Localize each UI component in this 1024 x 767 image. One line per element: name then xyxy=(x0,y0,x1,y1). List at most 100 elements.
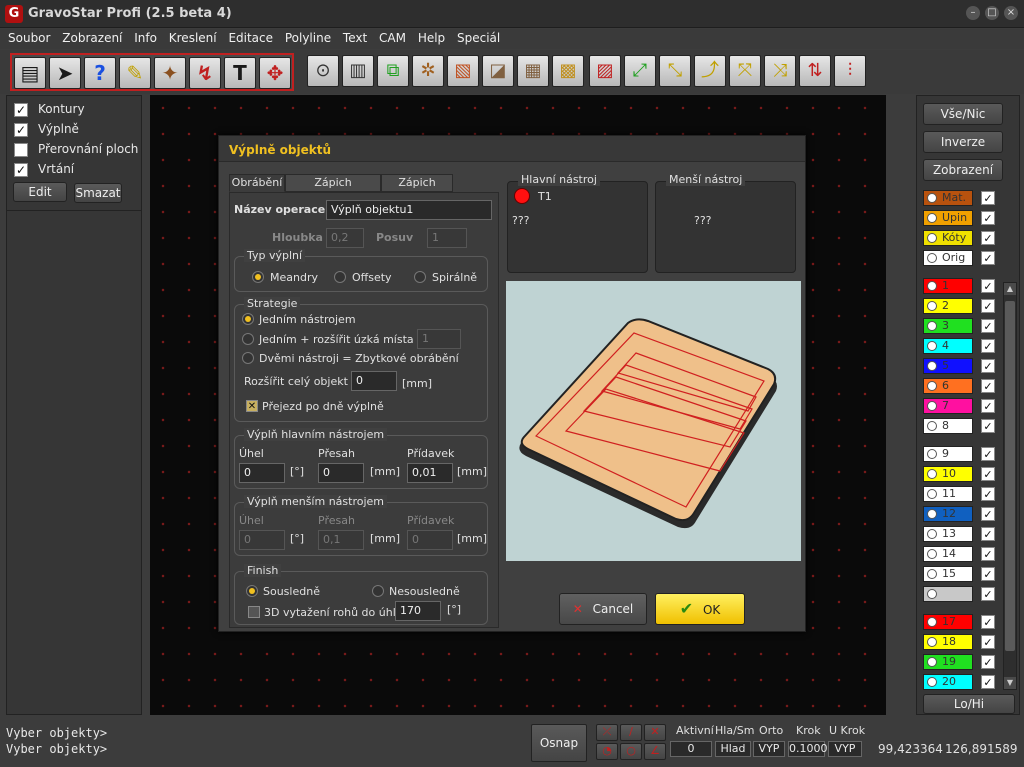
color-layer-checkbox[interactable]: ✓ xyxy=(981,399,995,413)
krok-value[interactable]: 0.1000 xyxy=(788,741,828,757)
ok-button[interactable]: ✔ OK xyxy=(655,593,745,625)
menu-editace[interactable]: Editace xyxy=(228,29,273,45)
color-layer-checkbox[interactable]: ✓ xyxy=(981,379,995,393)
path2-icon[interactable]: ⤡ xyxy=(659,55,691,87)
snap-tangent-icon[interactable]: ◔ xyxy=(596,743,618,760)
layer-radio-icon[interactable] xyxy=(927,589,937,599)
hlasm-value[interactable]: Hlad xyxy=(715,741,751,757)
orto-value[interactable]: VYP xyxy=(753,741,785,757)
cross-bottom-checkbox[interactable]: ✕ xyxy=(246,400,258,412)
color-list-scrollbar[interactable]: ▲ ▼ xyxy=(1003,282,1017,690)
small-angle-input[interactable]: 0 xyxy=(239,530,285,550)
scrollbar-thumb[interactable] xyxy=(1005,301,1015,651)
vrtani-checkbox[interactable]: ✓ xyxy=(14,163,28,177)
chart-icon[interactable]: ⧉ xyxy=(377,55,409,87)
stairs-icon[interactable]: ⫶ xyxy=(834,55,866,87)
text-icon[interactable]: T xyxy=(224,57,256,89)
color-layer-3[interactable]: 3 xyxy=(923,318,973,334)
color-layer-checkbox[interactable]: ✓ xyxy=(981,655,995,669)
color-layer-checkbox[interactable]: ✓ xyxy=(981,675,995,689)
spray-icon[interactable]: ✲ xyxy=(412,55,444,87)
layer-radio-icon[interactable] xyxy=(927,489,937,499)
layer-radio-icon[interactable] xyxy=(927,213,937,223)
meander-radio[interactable] xyxy=(252,271,264,283)
color-layer-20[interactable]: 20 xyxy=(923,674,973,690)
hatch-icon[interactable]: ▨ xyxy=(589,55,621,87)
vyplne-checkbox[interactable]: ✓ xyxy=(14,123,28,137)
color-layer-19[interactable]: 19 xyxy=(923,654,973,670)
layer-radio-icon[interactable] xyxy=(927,637,937,647)
color-layer-checkbox[interactable]: ✓ xyxy=(981,359,995,373)
main-tool-box[interactable]: Hlavní nástroj T1 ??? xyxy=(507,173,648,273)
tool-icon[interactable]: ⊙ xyxy=(307,55,339,87)
color-layer-5[interactable]: 5 xyxy=(923,358,973,374)
spiral-radio[interactable] xyxy=(414,271,426,283)
layer-radio-icon[interactable] xyxy=(927,529,937,539)
color-layer-11[interactable]: 11 xyxy=(923,486,973,502)
cancel-button[interactable]: ✕ Cancel xyxy=(559,593,647,625)
narrow-expand-input[interactable]: 1 xyxy=(417,329,461,349)
path4-icon[interactable]: ⤧ xyxy=(729,55,761,87)
color-layer-checkbox[interactable]: ✓ xyxy=(981,587,995,601)
tab-finish-plunge[interactable]: Zápich finish xyxy=(381,174,453,205)
special-layer-checkbox[interactable]: ✓ xyxy=(981,191,995,205)
color-layer-checkbox[interactable]: ✓ xyxy=(981,319,995,333)
menu-kresleni[interactable]: Kreslení xyxy=(169,29,217,45)
layer-radio-icon[interactable] xyxy=(927,321,937,331)
layer-radio-icon[interactable] xyxy=(927,549,937,559)
menu-text[interactable]: Text xyxy=(343,29,367,45)
feed-input[interactable]: 1 xyxy=(427,228,467,248)
command-line[interactable]: Vyber objekty> Vyber objekty> xyxy=(6,722,526,764)
tab-rough-plunge[interactable]: Zápich hrubování xyxy=(285,174,381,205)
corner-angle-input[interactable]: 170 xyxy=(395,601,441,621)
special-layer-checkbox[interactable]: ✓ xyxy=(981,251,995,265)
one-tool-expand-radio[interactable] xyxy=(242,333,254,345)
small-overlap-input[interactable]: 0,1 xyxy=(318,530,364,550)
color-layer-checkbox[interactable]: ✓ xyxy=(981,279,995,293)
menu-polyline[interactable]: Polyline xyxy=(285,29,331,45)
small-tool-box[interactable]: Menší nástroj ??? xyxy=(655,173,796,273)
color-layer-checkbox[interactable]: ✓ xyxy=(981,567,995,581)
main-allow-input[interactable]: 0,01 xyxy=(407,463,453,483)
special-layer-checkbox[interactable]: ✓ xyxy=(981,231,995,245)
path6-icon[interactable]: ⇅ xyxy=(799,55,831,87)
layer-radio-icon[interactable] xyxy=(927,569,937,579)
conventional-radio[interactable] xyxy=(372,585,384,597)
layer-radio-icon[interactable] xyxy=(927,361,937,371)
color-layer-checkbox[interactable]: ✓ xyxy=(981,419,995,433)
layer-radio-icon[interactable] xyxy=(927,193,937,203)
stack-icon[interactable]: ▦ xyxy=(517,55,549,87)
layer-radio-icon[interactable] xyxy=(927,469,937,479)
special-layer-0[interactable]: Mat. xyxy=(923,190,973,206)
bars-icon[interactable]: ▥ xyxy=(342,55,374,87)
small-allow-input[interactable]: 0 xyxy=(407,530,453,550)
delete-button[interactable]: Smazat xyxy=(74,183,122,203)
layer-radio-icon[interactable] xyxy=(927,301,937,311)
prerovnani-checkbox[interactable] xyxy=(14,143,28,157)
two-tools-radio[interactable] xyxy=(242,352,254,364)
invert-button[interactable]: Inverze xyxy=(923,131,1003,153)
snap-perp-icon[interactable]: ∠ xyxy=(644,743,666,760)
color-layer-checkbox[interactable]: ✓ xyxy=(981,447,995,461)
kontury-checkbox[interactable]: ✓ xyxy=(14,103,28,117)
color-layer-7[interactable]: 7 xyxy=(923,398,973,414)
op-name-input[interactable]: Výplň objektu1 xyxy=(326,200,492,220)
scroll-down-icon[interactable]: ▼ xyxy=(1004,677,1016,689)
document-icon[interactable]: ▤ xyxy=(14,57,46,89)
layer-radio-icon[interactable] xyxy=(927,509,937,519)
layer-radio-icon[interactable] xyxy=(927,341,937,351)
main-overlap-input[interactable]: 0 xyxy=(318,463,364,483)
layer-radio-icon[interactable] xyxy=(927,657,937,667)
star-icon[interactable]: ✦ xyxy=(154,57,186,89)
help-icon[interactable]: ? xyxy=(84,57,116,89)
expand-object-input[interactable]: 0 xyxy=(351,371,397,391)
path5-icon[interactable]: ⤨ xyxy=(764,55,796,87)
snap-center-icon[interactable]: ○ xyxy=(620,743,642,760)
depth-input[interactable]: 0,2 xyxy=(326,228,364,248)
color-layer-checkbox[interactable]: ✓ xyxy=(981,527,995,541)
special-layer-1[interactable]: Upin xyxy=(923,210,973,226)
menu-zobrazeni[interactable]: Zobrazení xyxy=(62,29,122,45)
menu-soubor[interactable]: Soubor xyxy=(8,29,50,45)
view-button[interactable]: Zobrazení xyxy=(923,159,1003,181)
layers-icon[interactable]: ◪ xyxy=(482,55,514,87)
